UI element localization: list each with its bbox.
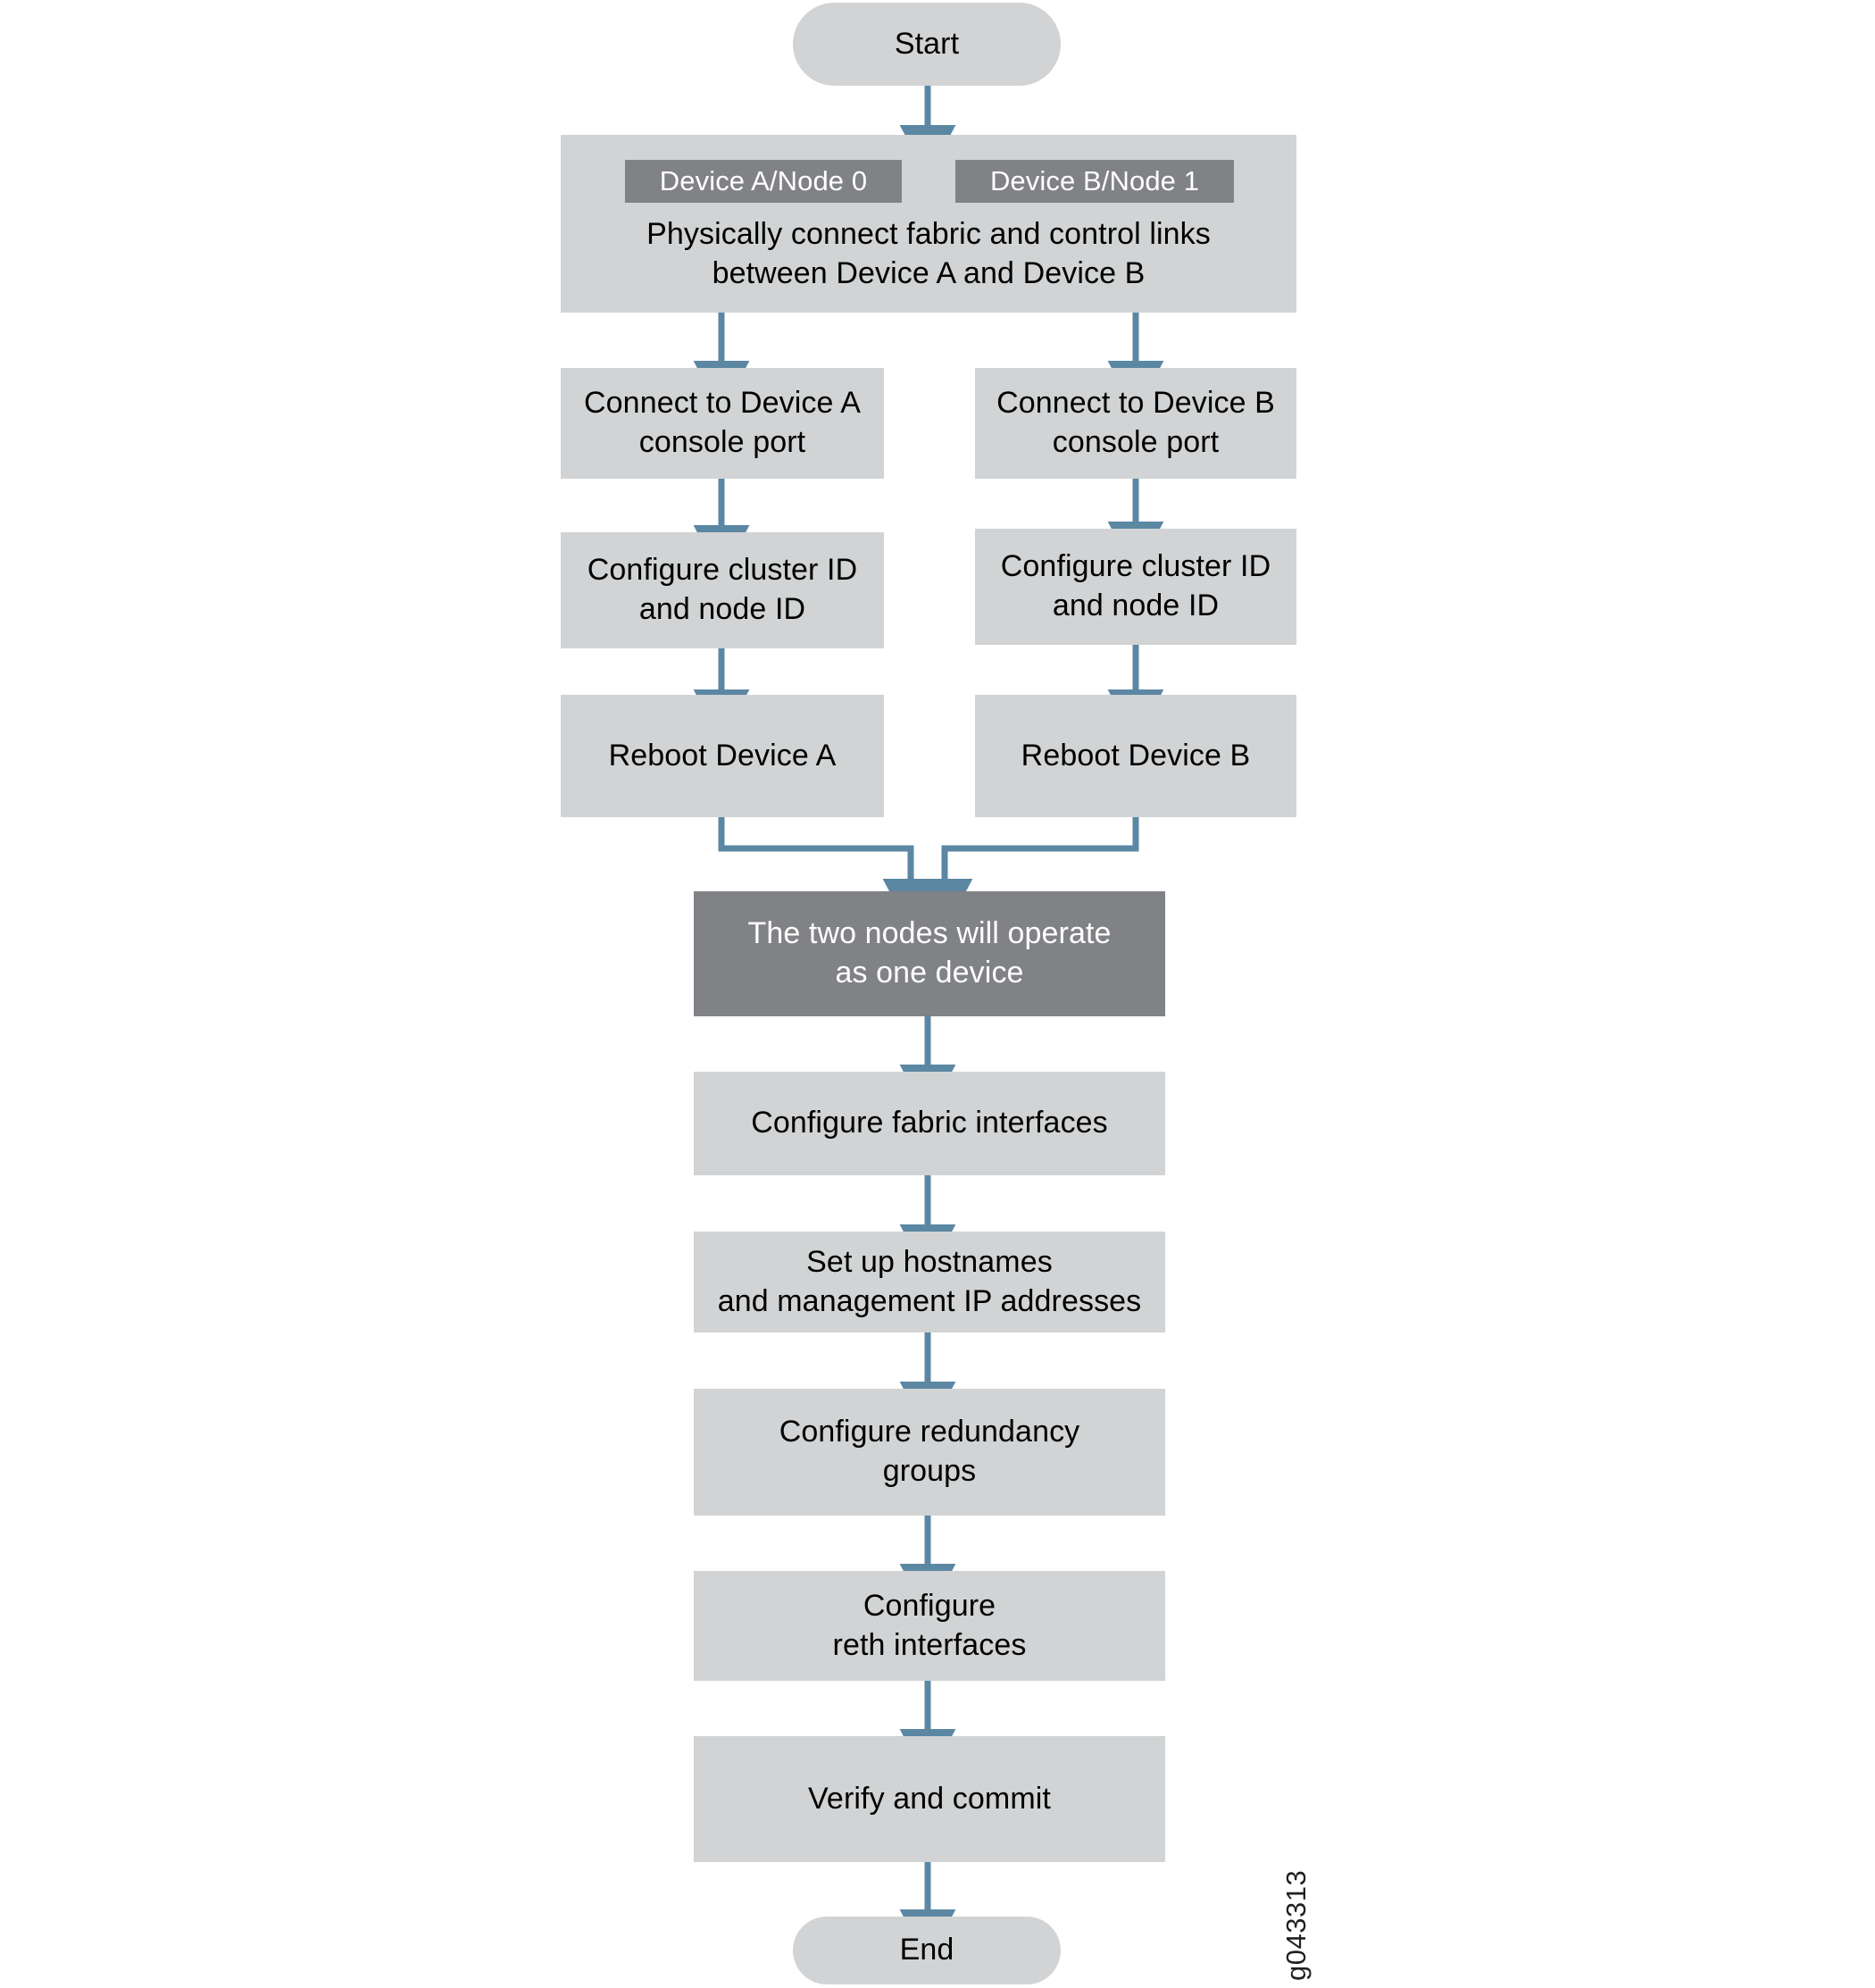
node-end[interactable]: End xyxy=(793,1917,1061,1984)
node-configure-reth-interfaces-label: Configure reth interfaces xyxy=(832,1588,1027,1662)
edge-reboot-a-to-two-nodes xyxy=(718,817,939,932)
node-reboot-device-b[interactable]: Reboot Device B xyxy=(975,695,1296,817)
figure-id-watermark: g043313 xyxy=(1280,1870,1312,1981)
node-configure-fabric-interfaces-label: Configure fabric interfaces xyxy=(751,1106,1108,1140)
node-configure-redundancy-groups-label: Configure redundancy groups xyxy=(779,1415,1080,1488)
node-verify-and-commit[interactable]: Verify and commit xyxy=(694,1736,1165,1862)
node-reboot-device-a-label: Reboot Device A xyxy=(608,738,837,773)
node-configure-redundancy-groups[interactable]: Configure redundancy groups xyxy=(694,1389,1165,1516)
node-verify-and-commit-label: Verify and commit xyxy=(808,1781,1051,1816)
node-set-up-hostnames-label: Set up hostnames and management IP addre… xyxy=(717,1244,1142,1318)
edge-reboot-b-to-two-nodes xyxy=(916,817,1139,932)
node-connect-device-a-label: Connect to Device A console port xyxy=(584,386,861,459)
node-two-nodes-one-device[interactable]: The two nodes will operate as one device xyxy=(694,891,1165,1016)
node-two-nodes-one-device-label: The two nodes will operate as one device xyxy=(747,916,1112,990)
chip-device-a-label: Device A/Node 0 xyxy=(659,165,868,197)
node-start[interactable]: Start xyxy=(793,3,1061,86)
node-configure-cluster-id-b-label: Configure cluster ID and node ID xyxy=(1000,549,1271,622)
node-end-label: End xyxy=(899,1933,954,1967)
chip-device-a[interactable]: Device A/Node 0 xyxy=(625,160,902,203)
node-configure-reth-interfaces[interactable]: Configure reth interfaces xyxy=(694,1571,1165,1681)
node-reboot-device-b-label: Reboot Device B xyxy=(1021,738,1251,773)
node-reboot-device-a[interactable]: Reboot Device A xyxy=(561,695,884,817)
node-start-label: Start xyxy=(894,26,960,61)
chip-device-b-label: Device B/Node 1 xyxy=(989,165,1200,197)
node-configure-cluster-id-a[interactable]: Configure cluster ID and node ID xyxy=(561,532,884,648)
node-configure-cluster-id-a-label: Configure cluster ID and node ID xyxy=(587,553,858,626)
node-configure-fabric-interfaces[interactable]: Configure fabric interfaces xyxy=(694,1072,1165,1175)
node-physical-connect-label: Physically connect fabric and control li… xyxy=(646,217,1211,290)
flowchart-canvas: Start Physically connect fabric and cont… xyxy=(0,0,1875,1988)
figure-id-text: g043313 xyxy=(1280,1869,1312,1981)
chip-device-b[interactable]: Device B/Node 1 xyxy=(955,160,1234,203)
node-connect-device-b-label: Connect to Device B console port xyxy=(996,386,1275,459)
node-connect-device-a[interactable]: Connect to Device A console port xyxy=(561,368,884,479)
node-set-up-hostnames[interactable]: Set up hostnames and management IP addre… xyxy=(694,1232,1165,1332)
node-connect-device-b[interactable]: Connect to Device B console port xyxy=(975,368,1296,479)
node-configure-cluster-id-b[interactable]: Configure cluster ID and node ID xyxy=(975,529,1296,645)
node-physical-connect-text: Physically connect fabric and control li… xyxy=(561,217,1296,290)
